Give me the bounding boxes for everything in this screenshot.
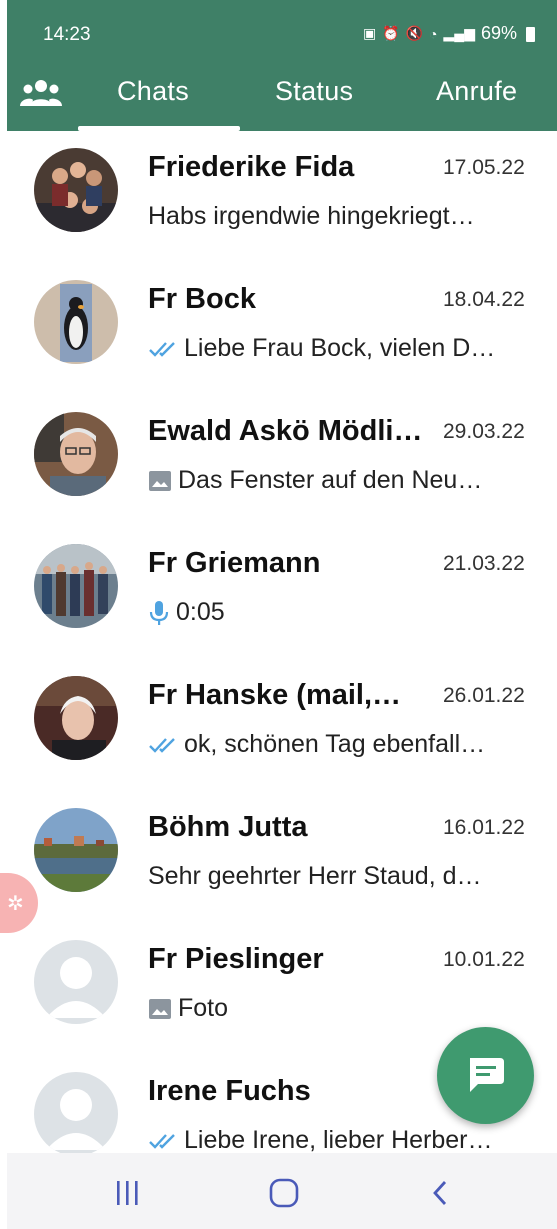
avatar[interactable]: [34, 544, 118, 628]
app-header: 14:23 ▣ ⏰ 🔇 ◔ ▂▄▆ 69% Chats Status Anruf…: [7, 0, 557, 131]
chat-name: Irene Fuchs: [148, 1075, 311, 1107]
avatar[interactable]: [34, 148, 118, 232]
avatar[interactable]: [34, 808, 118, 892]
chat-preview: Foto: [148, 994, 520, 1023]
tab-bar: Chats Status Anrufe: [7, 72, 557, 131]
tab-status[interactable]: Status: [275, 76, 353, 107]
avatar[interactable]: [34, 412, 118, 496]
chat-row[interactable]: Böhm Jutta 16.01.22 Sehr geehrter Herr S…: [0, 791, 557, 923]
recents-button[interactable]: [108, 1175, 148, 1211]
double-check-icon: [148, 340, 178, 358]
chat-name: Fr Griemann: [148, 547, 321, 579]
chat-preview-text: ok, schönen Tag ebenfall…: [184, 730, 486, 758]
chat-preview: Das Fenster auf den Neu…: [148, 466, 520, 495]
double-check-icon: [148, 1132, 178, 1150]
chat-preview-text: 0:05: [176, 598, 225, 626]
chat-preview-text: Habs irgendwie hingekriegt…: [148, 202, 475, 230]
avatar[interactable]: [34, 280, 118, 364]
chat-date: 17.05.22: [443, 156, 525, 179]
photo-icon: [148, 469, 172, 493]
mute-icon: 🔇: [405, 25, 424, 41]
chat-date: 26.01.22: [443, 684, 525, 707]
recents-icon: [117, 1181, 138, 1205]
chat-preview: Habs irgendwie hingekriegt…: [148, 202, 520, 231]
photo-icon: [148, 997, 172, 1021]
back-icon: [433, 1181, 447, 1205]
chat-preview: Sehr geehrter Herr Staud, d…: [148, 862, 520, 891]
chat-date: 16.01.22: [443, 816, 525, 839]
new-chat-button[interactable]: [437, 1027, 534, 1124]
double-check-icon: [148, 736, 178, 754]
signal-icon: ▂▄▆: [443, 25, 475, 41]
chat-name: Fr Pieslinger: [148, 943, 324, 975]
home-icon: [269, 1178, 299, 1208]
tab-calls[interactable]: Anrufe: [436, 76, 517, 107]
chat-name: Fr Hanske (mail,…: [148, 679, 402, 711]
chat-date: 29.03.22: [443, 420, 525, 443]
battery-icon: [526, 27, 535, 42]
status-icons: ▣ ⏰ 🔇 ◔ ▂▄▆ 69%: [363, 23, 535, 44]
chat-name: Böhm Jutta: [148, 811, 308, 843]
back-button[interactable]: [420, 1175, 460, 1211]
chat-date: 18.04.22: [443, 288, 525, 311]
chat-date: 10.01.22: [443, 948, 525, 971]
chat-date: 21.03.22: [443, 552, 525, 575]
community-icon[interactable]: [19, 78, 63, 108]
chat-preview-text: Foto: [178, 994, 229, 1022]
alarm-icon: ⏰: [382, 25, 400, 41]
avatar[interactable]: [34, 1072, 118, 1153]
chat-name: Friederike Fida: [148, 151, 355, 183]
chat-row[interactable]: Ewald Askö Mödli… 29.03.22 Das Fenster a…: [0, 395, 557, 527]
chat-preview-text: Liebe Irene, lieber Herber…: [184, 1126, 493, 1153]
chat-preview: Liebe Frau Bock, vielen D…: [148, 334, 520, 363]
chat-preview-text: Sehr geehrter Herr Staud, d…: [148, 862, 482, 890]
chat-row[interactable]: Fr Bock 18.04.22 Liebe Frau Bock, vielen…: [0, 263, 557, 395]
chat-row[interactable]: Friederike Fida 17.05.22 Habs irgendwie …: [0, 131, 557, 263]
chat-preview-text: Das Fenster auf den Neu…: [178, 466, 483, 494]
home-button[interactable]: [264, 1175, 304, 1211]
chat-name: Fr Bock: [148, 283, 256, 315]
wifi-icon: ◔: [429, 25, 438, 42]
microphone-icon: [148, 599, 170, 627]
chat-preview: Liebe Irene, lieber Herber…: [148, 1126, 520, 1153]
battery-percent: 69%: [480, 23, 517, 43]
status-time: 14:23: [43, 24, 91, 45]
new-chat-icon: [470, 1058, 504, 1092]
camera-shutter-icon: ✲: [7, 893, 24, 915]
chat-preview-text: Liebe Frau Bock, vielen D…: [184, 334, 496, 362]
chat-row[interactable]: Fr Hanske (mail,… 26.01.22 ok, schönen T…: [0, 659, 557, 791]
system-nav-bar: [7, 1153, 557, 1229]
chat-name: Ewald Askö Mödli…: [148, 415, 423, 447]
avatar[interactable]: [34, 676, 118, 760]
chat-row[interactable]: Fr Griemann 21.03.22 0:05: [0, 527, 557, 659]
chat-list[interactable]: Friederike Fida 17.05.22 Habs irgendwie …: [0, 131, 557, 1153]
chat-preview: 0:05: [148, 598, 520, 627]
app-notification-icon: ▣: [362, 25, 377, 41]
tab-chats[interactable]: Chats: [117, 76, 189, 107]
avatar[interactable]: [34, 940, 118, 1024]
chat-preview: ok, schönen Tag ebenfall…: [148, 730, 520, 759]
